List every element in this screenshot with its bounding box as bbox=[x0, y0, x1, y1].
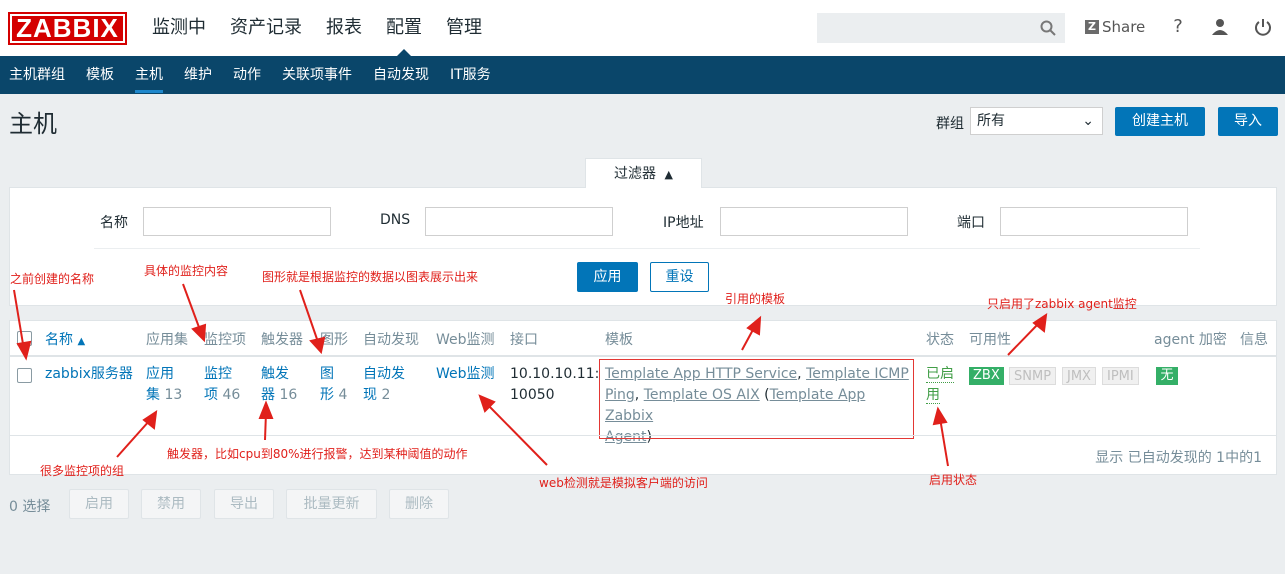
nav-monitoring[interactable]: 监测中 bbox=[140, 0, 218, 56]
triggers-link[interactable]: 触发器 16 bbox=[261, 364, 297, 406]
top-header: ZABBIX 监测中 资产记录 报表 配置 管理 Z Share ? bbox=[0, 0, 1285, 56]
annotation-graph: 图形就是根据监控的数据以图表展示出来 bbox=[262, 270, 479, 284]
import-button[interactable]: 导入 bbox=[1218, 107, 1278, 136]
column-availability: 可用性 bbox=[969, 332, 1011, 348]
subnav-templates[interactable]: 模板 bbox=[77, 56, 126, 94]
group-label: 群组 bbox=[936, 116, 964, 132]
annotation-trigger: 触发器，比如cpu到80%进行报警，达到某种阈值的动作 bbox=[167, 447, 468, 461]
search-input[interactable] bbox=[817, 13, 1065, 43]
name-label: 名称 bbox=[100, 215, 128, 231]
page-title: 主机 bbox=[9, 110, 57, 138]
column-web: Web监测 bbox=[436, 332, 495, 348]
ipmi-availability-badge: IPMI bbox=[1102, 367, 1139, 385]
zabbix-logo[interactable]: ZABBIX bbox=[8, 12, 127, 45]
column-applications: 应用集 bbox=[146, 332, 188, 348]
subnav-correlation[interactable]: 关联项事件 bbox=[273, 56, 364, 94]
nav-administration[interactable]: 管理 bbox=[434, 0, 494, 56]
group-select[interactable]: 所有 ⌄ bbox=[970, 107, 1103, 135]
column-encryption: agent 加密 bbox=[1154, 332, 1227, 348]
applications-link[interactable]: 应用集 13 bbox=[146, 364, 182, 406]
subnav-it-services[interactable]: IT服务 bbox=[441, 56, 503, 94]
snmp-availability-badge: SNMP bbox=[1009, 367, 1057, 385]
nav-inventory[interactable]: 资产记录 bbox=[218, 0, 314, 56]
sort-up-icon: ▲ bbox=[77, 336, 86, 347]
annotation-status: 启用状态 bbox=[929, 473, 978, 487]
nav-configuration[interactable]: 配置 bbox=[374, 0, 434, 56]
port-field[interactable] bbox=[1000, 207, 1188, 236]
ip-label: IP地址 bbox=[663, 215, 704, 231]
filter-divider bbox=[94, 248, 1200, 249]
column-templates: 模板 bbox=[605, 332, 633, 348]
mass-update-button[interactable]: 批量更新 bbox=[286, 489, 377, 519]
column-items: 监控项 bbox=[204, 332, 246, 348]
jmx-availability-badge: JMX bbox=[1062, 367, 1096, 385]
subnav-discovery[interactable]: 自动发现 bbox=[364, 56, 441, 94]
ip-field[interactable] bbox=[720, 207, 908, 236]
graphs-link[interactable]: 图形 4 bbox=[320, 364, 347, 406]
filter-tab[interactable]: 过滤器 ▲ bbox=[585, 158, 702, 188]
status-toggle[interactable]: 已启用 bbox=[926, 364, 954, 406]
column-triggers: 触发器 bbox=[261, 332, 303, 348]
triangle-up-icon: ▲ bbox=[664, 168, 673, 181]
select-all-checkbox[interactable] bbox=[17, 331, 32, 346]
dns-field[interactable] bbox=[425, 207, 613, 236]
search-icon[interactable] bbox=[1040, 20, 1056, 36]
table-footer: 显示 已自动发现的 1中的1 bbox=[1095, 450, 1262, 466]
dns-label: DNS bbox=[380, 212, 411, 228]
annotation-web: web检测就是模拟客户端的访问 bbox=[539, 476, 708, 490]
web-link[interactable]: Web监测 bbox=[436, 364, 495, 385]
discovery-link[interactable]: 自动发现 2 bbox=[363, 364, 405, 406]
annotation-prev-name: 之前创建的名称 bbox=[10, 272, 95, 286]
column-discovery: 自动发现 bbox=[363, 332, 419, 348]
port-label: 端口 bbox=[957, 215, 985, 231]
subnav-hosts[interactable]: 主机 bbox=[126, 56, 175, 94]
sub-nav: 主机群组 模板 主机 维护 动作 关联项事件 自动发现 IT服务 bbox=[0, 56, 1285, 94]
zbx-availability-badge: ZBX bbox=[969, 367, 1004, 385]
column-graphs: 图形 bbox=[320, 332, 348, 348]
annotation-template: 引用的模板 bbox=[725, 292, 786, 306]
help-icon[interactable]: ? bbox=[1168, 17, 1188, 37]
column-status: 状态 bbox=[926, 332, 954, 348]
subnav-actions[interactable]: 动作 bbox=[224, 56, 273, 94]
filter-panel: 名称 DNS IP地址 端口 应用 重设 bbox=[9, 187, 1277, 306]
annotation-monitor-content: 具体的监控内容 bbox=[144, 264, 229, 278]
enable-button[interactable]: 启用 bbox=[69, 489, 129, 519]
selected-count: 0 选择 bbox=[9, 499, 51, 515]
export-button[interactable]: 导出 bbox=[214, 489, 274, 519]
name-field[interactable] bbox=[143, 207, 331, 236]
items-link[interactable]: 监控项 46 bbox=[204, 364, 240, 406]
column-name[interactable]: 名称 ▲ bbox=[45, 329, 85, 349]
subnav-maintenance[interactable]: 维护 bbox=[175, 56, 224, 94]
column-interface: 接口 bbox=[510, 332, 538, 348]
row-divider bbox=[10, 435, 1276, 436]
header-divider bbox=[10, 355, 1276, 357]
interface-value: 10.10.10.11: 10050 bbox=[510, 366, 600, 403]
create-host-button[interactable]: 创建主机 bbox=[1115, 107, 1205, 136]
annotation-zabbix-agent: 只启用了zabbix agent监控 bbox=[987, 297, 1137, 311]
share-icon: Z bbox=[1085, 20, 1099, 34]
reset-button[interactable]: 重设 bbox=[650, 262, 709, 292]
subnav-host-groups[interactable]: 主机群组 bbox=[0, 56, 77, 94]
row-checkbox[interactable] bbox=[17, 368, 32, 383]
apply-button[interactable]: 应用 bbox=[577, 262, 638, 292]
nav-reports[interactable]: 报表 bbox=[314, 0, 374, 56]
delete-button[interactable]: 删除 bbox=[389, 489, 449, 519]
user-profile-icon[interactable] bbox=[1210, 17, 1230, 37]
column-info: 信息 bbox=[1240, 332, 1268, 348]
encryption-badge: 无 bbox=[1156, 367, 1178, 385]
share-button[interactable]: Z Share bbox=[1085, 18, 1145, 36]
power-off-icon[interactable] bbox=[1253, 17, 1273, 37]
chevron-down-icon: ⌄ bbox=[1082, 113, 1094, 129]
templates-highlight-box bbox=[599, 359, 914, 439]
main-nav: 监测中 资产记录 报表 配置 管理 bbox=[140, 0, 494, 56]
host-name-link[interactable]: zabbix服务器 bbox=[45, 364, 133, 385]
disable-button[interactable]: 禁用 bbox=[141, 489, 201, 519]
annotation-many-items: 很多监控项的组 bbox=[40, 464, 125, 478]
